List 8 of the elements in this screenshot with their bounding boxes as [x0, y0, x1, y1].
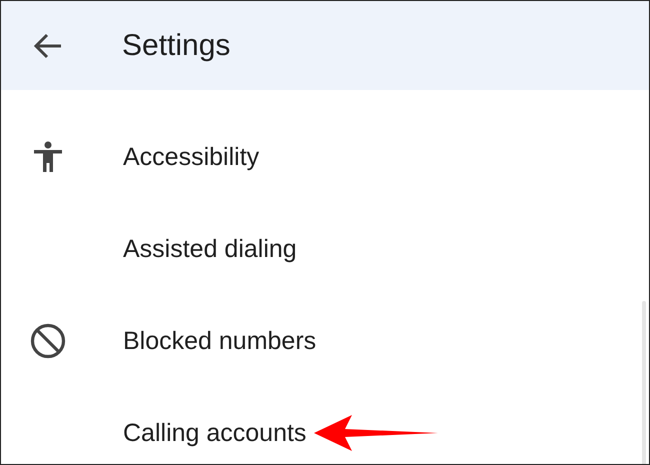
accessibility-icon: [33, 141, 63, 173]
blocked-icon: [30, 323, 66, 359]
settings-item[interactable]: Assisted dialing: [123, 234, 297, 264]
settings-item[interactable]: Blocked numbers: [123, 326, 316, 356]
settings-item[interactable]: Calling accounts: [123, 418, 306, 448]
settings-item[interactable]: Accessibility: [123, 142, 260, 172]
back-arrow-icon: [34, 32, 62, 58]
page-title: Settings: [122, 28, 230, 62]
